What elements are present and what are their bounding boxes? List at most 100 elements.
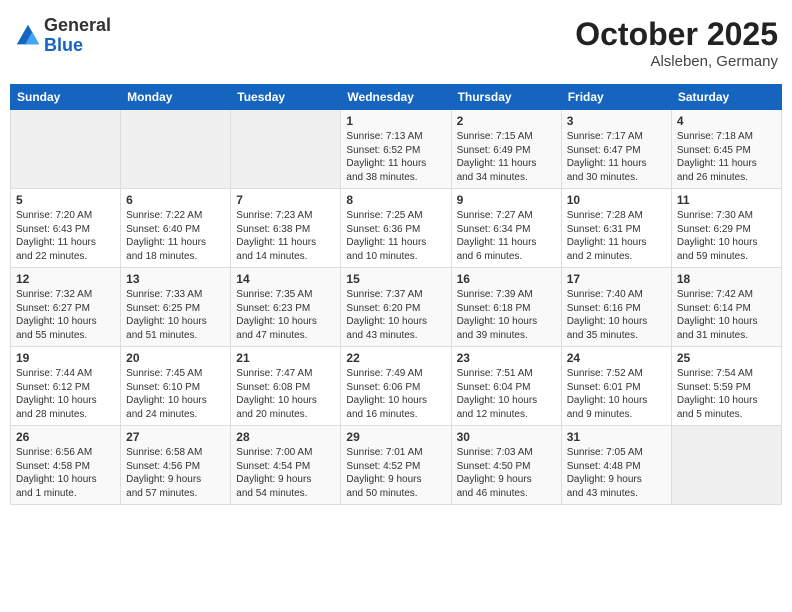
calendar-cell: 6 Sunrise: 7:22 AM Sunset: 6:40 PM Daylig…: [121, 189, 231, 268]
day-number: 25: [677, 351, 776, 365]
day-number: 27: [126, 430, 225, 444]
calendar-cell: 13 Sunrise: 7:33 AM Sunset: 6:25 PM Dayli…: [121, 268, 231, 347]
logo: General Blue: [14, 16, 111, 56]
calendar-cell: [121, 110, 231, 189]
day-number: 4: [677, 114, 776, 128]
calendar-week-row: 26Sunrise: 6:56 AM Sunset: 4:58 PM Dayli…: [11, 426, 782, 505]
weekday-header: Wednesday: [341, 85, 451, 110]
logo-blue: Blue: [44, 36, 111, 56]
day-info: Sunrise: 7:35 AM Sunset: 6:23 PM Dayligh…: [236, 288, 335, 342]
calendar-cell: 31 Sunrise: 7:05 AM Sunset: 4:48 PM Dayli…: [561, 426, 671, 505]
weekday-header: Saturday: [671, 85, 781, 110]
calendar-cell: 27 Sunrise: 6:58 AM Sunset: 4:56 PM Dayli…: [121, 426, 231, 505]
day-info: Sunrise: 7:44 AM Sunset: 6:12 PM Dayligh…: [16, 367, 115, 421]
day-number: 14: [236, 272, 335, 286]
day-number: 5: [16, 193, 115, 207]
calendar-cell: 9 Sunrise: 7:27 AM Sunset: 6:34 PM Daylig…: [451, 189, 561, 268]
day-number: 8: [346, 193, 445, 207]
calendar-week-row: 1Sunrise: 7:13 AM Sunset: 6:52 PM Daylig…: [11, 110, 782, 189]
weekday-header: Tuesday: [231, 85, 341, 110]
day-number: 2: [457, 114, 556, 128]
day-number: 11: [677, 193, 776, 207]
day-info: Sunrise: 6:56 AM Sunset: 4:58 PM Dayligh…: [16, 446, 115, 500]
calendar-week-row: 19 Sunrise: 7:44 AM Sunset: 6:12 PM Dayli…: [11, 347, 782, 426]
calendar-cell: 5 Sunrise: 7:20 AM Sunset: 6:43 PM Daylig…: [11, 189, 121, 268]
weekday-header-row: SundayMondayTuesdayWednesdayThursdayFrid…: [11, 85, 782, 110]
day-info: Sunrise: 7:52 AM Sunset: 6:01 PM Dayligh…: [567, 367, 666, 421]
calendar-cell: [231, 110, 341, 189]
day-info: Sunrise: 7:01 AM Sunset: 4:52 PM Dayligh…: [346, 446, 445, 500]
calendar-cell: 14 Sunrise: 7:35 AM Sunset: 6:23 PM Dayli…: [231, 268, 341, 347]
day-number: 29: [346, 430, 445, 444]
day-info: Sunrise: 7:03 AM Sunset: 4:50 PM Dayligh…: [457, 446, 556, 500]
calendar-cell: 22 Sunrise: 7:49 AM Sunset: 6:06 PM Dayli…: [341, 347, 451, 426]
day-info: Sunrise: 7:27 AM Sunset: 6:34 PM Dayligh…: [457, 209, 556, 263]
day-number: 3: [567, 114, 666, 128]
weekday-header: Friday: [561, 85, 671, 110]
day-number: 7: [236, 193, 335, 207]
day-number: 16: [457, 272, 556, 286]
logo-text: General Blue: [44, 16, 111, 56]
calendar-cell: 3 Sunrise: 7:17 AM Sunset: 6:47 PM Daylig…: [561, 110, 671, 189]
day-info: Sunrise: 7:18 AM Sunset: 6:45 PM Dayligh…: [677, 130, 776, 184]
calendar-week-row: 12Sunrise: 7:32 AM Sunset: 6:27 PM Dayli…: [11, 268, 782, 347]
day-number: 23: [457, 351, 556, 365]
calendar-cell: 10 Sunrise: 7:28 AM Sunset: 6:31 PM Dayli…: [561, 189, 671, 268]
day-info: Sunrise: 7:05 AM Sunset: 4:48 PM Dayligh…: [567, 446, 666, 500]
day-info: Sunrise: 7:49 AM Sunset: 6:06 PM Dayligh…: [346, 367, 445, 421]
day-number: 10: [567, 193, 666, 207]
day-number: 24: [567, 351, 666, 365]
day-info: Sunrise: 7:22 AM Sunset: 6:40 PM Dayligh…: [126, 209, 225, 263]
logo-icon: [14, 22, 42, 50]
day-info: Sunrise: 7:28 AM Sunset: 6:31 PM Dayligh…: [567, 209, 666, 263]
calendar-cell: [671, 426, 781, 505]
calendar-cell: 29 Sunrise: 7:01 AM Sunset: 4:52 PM Dayli…: [341, 426, 451, 505]
day-number: 18: [677, 272, 776, 286]
day-info: Sunrise: 7:33 AM Sunset: 6:25 PM Dayligh…: [126, 288, 225, 342]
calendar-table: SundayMondayTuesdayWednesdayThursdayFrid…: [10, 84, 782, 505]
day-info: Sunrise: 7:51 AM Sunset: 6:04 PM Dayligh…: [457, 367, 556, 421]
weekday-header: Monday: [121, 85, 231, 110]
day-info: Sunrise: 7:13 AM Sunset: 6:52 PM Dayligh…: [346, 130, 445, 184]
calendar-cell: 18Sunrise: 7:42 AM Sunset: 6:14 PM Dayli…: [671, 268, 781, 347]
day-info: Sunrise: 7:20 AM Sunset: 6:43 PM Dayligh…: [16, 209, 115, 263]
day-number: 9: [457, 193, 556, 207]
day-number: 15: [346, 272, 445, 286]
day-number: 22: [346, 351, 445, 365]
calendar-cell: 16 Sunrise: 7:39 AM Sunset: 6:18 PM Dayli…: [451, 268, 561, 347]
calendar-cell: 23 Sunrise: 7:51 AM Sunset: 6:04 PM Dayli…: [451, 347, 561, 426]
calendar-cell: 26Sunrise: 6:56 AM Sunset: 4:58 PM Dayli…: [11, 426, 121, 505]
day-info: Sunrise: 7:17 AM Sunset: 6:47 PM Dayligh…: [567, 130, 666, 184]
day-info: Sunrise: 7:47 AM Sunset: 6:08 PM Dayligh…: [236, 367, 335, 421]
location: Alsleben, Germany: [575, 53, 778, 70]
day-number: 12: [16, 272, 115, 286]
day-number: 28: [236, 430, 335, 444]
calendar-cell: 30Sunrise: 7:03 AM Sunset: 4:50 PM Dayli…: [451, 426, 561, 505]
day-info: Sunrise: 6:58 AM Sunset: 4:56 PM Dayligh…: [126, 446, 225, 500]
calendar-cell: 21Sunrise: 7:47 AM Sunset: 6:08 PM Dayli…: [231, 347, 341, 426]
day-number: 6: [126, 193, 225, 207]
day-info: Sunrise: 7:54 AM Sunset: 5:59 PM Dayligh…: [677, 367, 776, 421]
day-info: Sunrise: 7:25 AM Sunset: 6:36 PM Dayligh…: [346, 209, 445, 263]
calendar-cell: 17Sunrise: 7:40 AM Sunset: 6:16 PM Dayli…: [561, 268, 671, 347]
day-info: Sunrise: 7:37 AM Sunset: 6:20 PM Dayligh…: [346, 288, 445, 342]
day-info: Sunrise: 7:39 AM Sunset: 6:18 PM Dayligh…: [457, 288, 556, 342]
calendar-cell: 11Sunrise: 7:30 AM Sunset: 6:29 PM Dayli…: [671, 189, 781, 268]
day-number: 13: [126, 272, 225, 286]
calendar-cell: 4 Sunrise: 7:18 AM Sunset: 6:45 PM Daylig…: [671, 110, 781, 189]
calendar-cell: 28 Sunrise: 7:00 AM Sunset: 4:54 PM Dayli…: [231, 426, 341, 505]
day-number: 20: [126, 351, 225, 365]
day-info: Sunrise: 7:23 AM Sunset: 6:38 PM Dayligh…: [236, 209, 335, 263]
day-info: Sunrise: 7:15 AM Sunset: 6:49 PM Dayligh…: [457, 130, 556, 184]
day-number: 31: [567, 430, 666, 444]
day-info: Sunrise: 7:00 AM Sunset: 4:54 PM Dayligh…: [236, 446, 335, 500]
calendar-cell: 1Sunrise: 7:13 AM Sunset: 6:52 PM Daylig…: [341, 110, 451, 189]
calendar-cell: 12Sunrise: 7:32 AM Sunset: 6:27 PM Dayli…: [11, 268, 121, 347]
calendar-cell: 24 Sunrise: 7:52 AM Sunset: 6:01 PM Dayli…: [561, 347, 671, 426]
weekday-header: Thursday: [451, 85, 561, 110]
calendar-week-row: 5 Sunrise: 7:20 AM Sunset: 6:43 PM Daylig…: [11, 189, 782, 268]
calendar-cell: 8 Sunrise: 7:25 AM Sunset: 6:36 PM Daylig…: [341, 189, 451, 268]
day-number: 19: [16, 351, 115, 365]
page-header: General Blue October 2025 Alsleben, Germ…: [10, 10, 782, 76]
calendar-cell: 15 Sunrise: 7:37 AM Sunset: 6:20 PM Dayli…: [341, 268, 451, 347]
